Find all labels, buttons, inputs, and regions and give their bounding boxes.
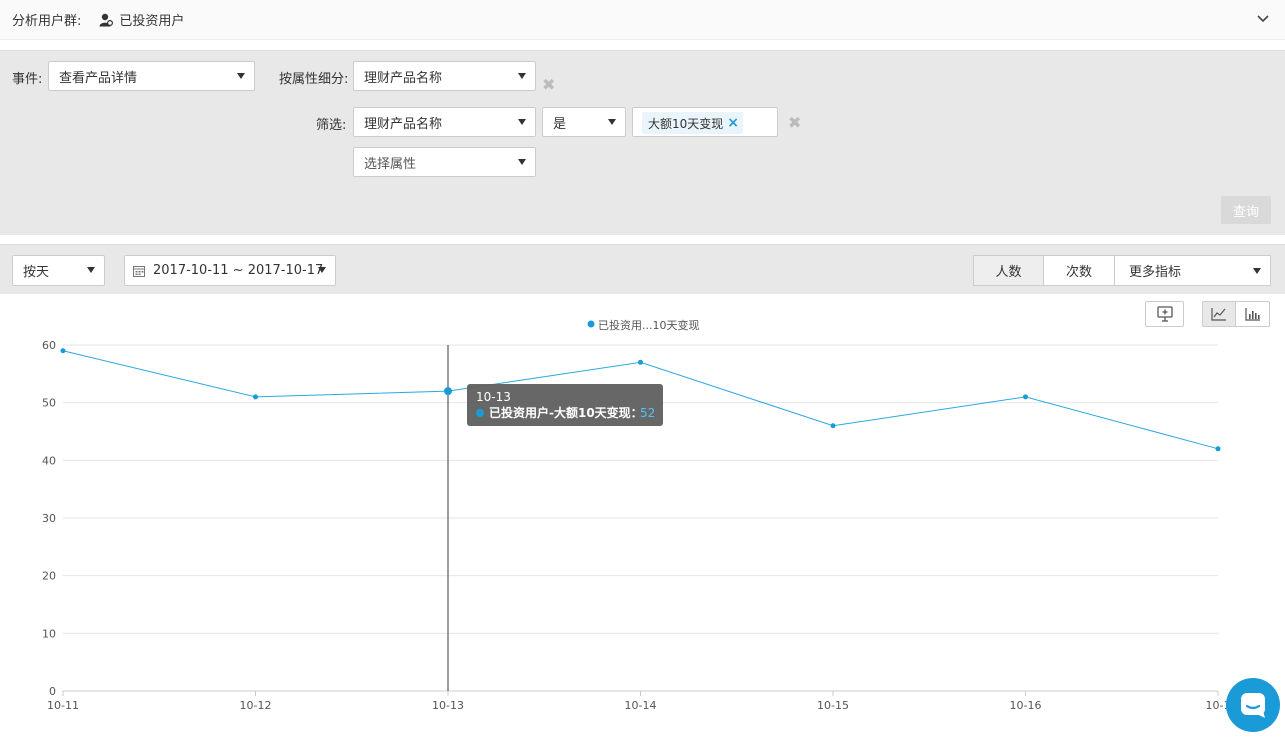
y-tick-label: 50 xyxy=(42,397,56,410)
user-group-label: 分析用户群: xyxy=(12,14,82,29)
tab-times[interactable]: 次数 xyxy=(1044,255,1115,286)
filter-operator-select[interactable]: 是 xyxy=(542,107,626,137)
data-point xyxy=(830,423,836,429)
tooltip-value: 52 xyxy=(640,406,655,420)
event-label: 事件: xyxy=(12,72,43,87)
x-tick-label: 10-12 xyxy=(240,699,272,712)
more-metrics-label: 更多指标 xyxy=(1129,265,1182,280)
granularity-value: 按天 xyxy=(23,265,50,280)
chat-icon xyxy=(1241,693,1265,718)
event-select[interactable]: 查看产品详情 xyxy=(48,61,255,91)
caret-down-icon xyxy=(518,119,526,125)
caret-down-icon xyxy=(518,73,526,79)
x-tick-label: 10-14 xyxy=(625,699,657,712)
tooltip-marker xyxy=(476,409,484,417)
chat-button[interactable] xyxy=(1226,678,1280,732)
filter-label: 筛选: xyxy=(316,118,347,133)
data-point xyxy=(1215,446,1221,452)
x-tick-label: 10-15 xyxy=(817,699,849,712)
caret-down-icon xyxy=(318,267,326,273)
remove-breakdown-icon[interactable]: ✖ xyxy=(542,75,555,94)
y-tick-label: 0 xyxy=(49,685,56,698)
filter-tag-label: 大额10天变现 xyxy=(648,116,724,131)
caret-down-icon xyxy=(87,267,95,273)
y-tick-label: 60 xyxy=(42,339,56,352)
legend-label: 已投资用...10天变现 xyxy=(598,318,700,332)
filter-operator-value: 是 xyxy=(553,116,567,132)
date-range-value: 2017-10-11 ~ 2017-10-17 xyxy=(153,263,324,278)
chart-controls-bar: 按天 2017-10-11 ~ 2017-10-17 人数 次数 更多指标 xyxy=(0,244,1285,294)
data-point xyxy=(60,348,66,354)
tooltip-date: 10-13 xyxy=(476,390,511,404)
user-group-bar: 分析用户群: 已投资用户 xyxy=(0,0,1285,40)
tab-users[interactable]: 人数 xyxy=(973,255,1044,286)
filter-property-select[interactable]: 理财产品名称 xyxy=(353,107,536,137)
y-tick-label: 30 xyxy=(42,512,56,525)
user-icon xyxy=(99,13,114,26)
more-metrics-select[interactable]: 更多指标 xyxy=(1115,255,1271,286)
user-group-value: 已投资用户 xyxy=(119,14,185,29)
select-property-dropdown[interactable]: 选择属性 xyxy=(353,147,536,177)
y-tick-label: 40 xyxy=(42,454,56,467)
query-button[interactable]: 查询 xyxy=(1221,196,1271,224)
breakdown-select-value: 理财产品名称 xyxy=(364,70,443,86)
metric-tabs: 人数 次数 更多指标 xyxy=(973,255,1271,286)
x-tick-label: 10-13 xyxy=(432,699,464,712)
filter-property-value: 理财产品名称 xyxy=(364,116,443,132)
data-point xyxy=(444,387,452,396)
y-tick-label: 20 xyxy=(42,570,56,583)
date-range-picker[interactable]: 2017-10-11 ~ 2017-10-17 xyxy=(124,255,336,286)
user-group-selector[interactable]: 已投资用户 xyxy=(99,10,184,29)
event-select-value: 查看产品详情 xyxy=(59,70,138,86)
data-point xyxy=(638,359,643,365)
caret-down-icon xyxy=(1253,268,1261,274)
select-property-placeholder: 选择属性 xyxy=(364,156,417,172)
chevron-down-icon[interactable] xyxy=(1257,14,1269,24)
breakdown-label: 按属性细分: xyxy=(279,72,349,87)
x-tick-label: 10-16 xyxy=(1010,699,1042,712)
calendar-icon xyxy=(133,265,145,277)
y-tick-label: 10 xyxy=(42,627,56,640)
remove-filter-icon[interactable]: ✖ xyxy=(788,113,801,132)
filter-panel: 事件: 查看产品详情 按属性细分: 理财产品名称 ✖ 筛选: 理财产品名称 是 … xyxy=(0,50,1285,235)
caret-down-icon xyxy=(608,119,616,125)
tooltip-label: 已投资用户-大额10天变现： xyxy=(489,405,643,420)
breakdown-select[interactable]: 理财产品名称 xyxy=(353,61,536,91)
line-chart: 0 10 20 30 40 50 60 10-11 10-12 10-13 10-14 10-15 10… xyxy=(42,318,1230,712)
x-tick-label: 10-11 xyxy=(47,699,79,712)
granularity-select[interactable]: 按天 xyxy=(12,255,105,286)
data-point xyxy=(253,394,258,400)
remove-tag-icon[interactable]: × xyxy=(727,115,739,131)
caret-down-icon xyxy=(518,159,526,165)
legend-marker xyxy=(587,320,595,328)
caret-down-icon xyxy=(237,73,245,79)
data-point xyxy=(1023,394,1028,400)
chart-area: 0 10 20 30 40 50 60 10-11 10-12 10-13 10-14 10-15 10… xyxy=(0,294,1285,742)
filter-value-tag: 大额10天变现 × xyxy=(642,112,744,134)
